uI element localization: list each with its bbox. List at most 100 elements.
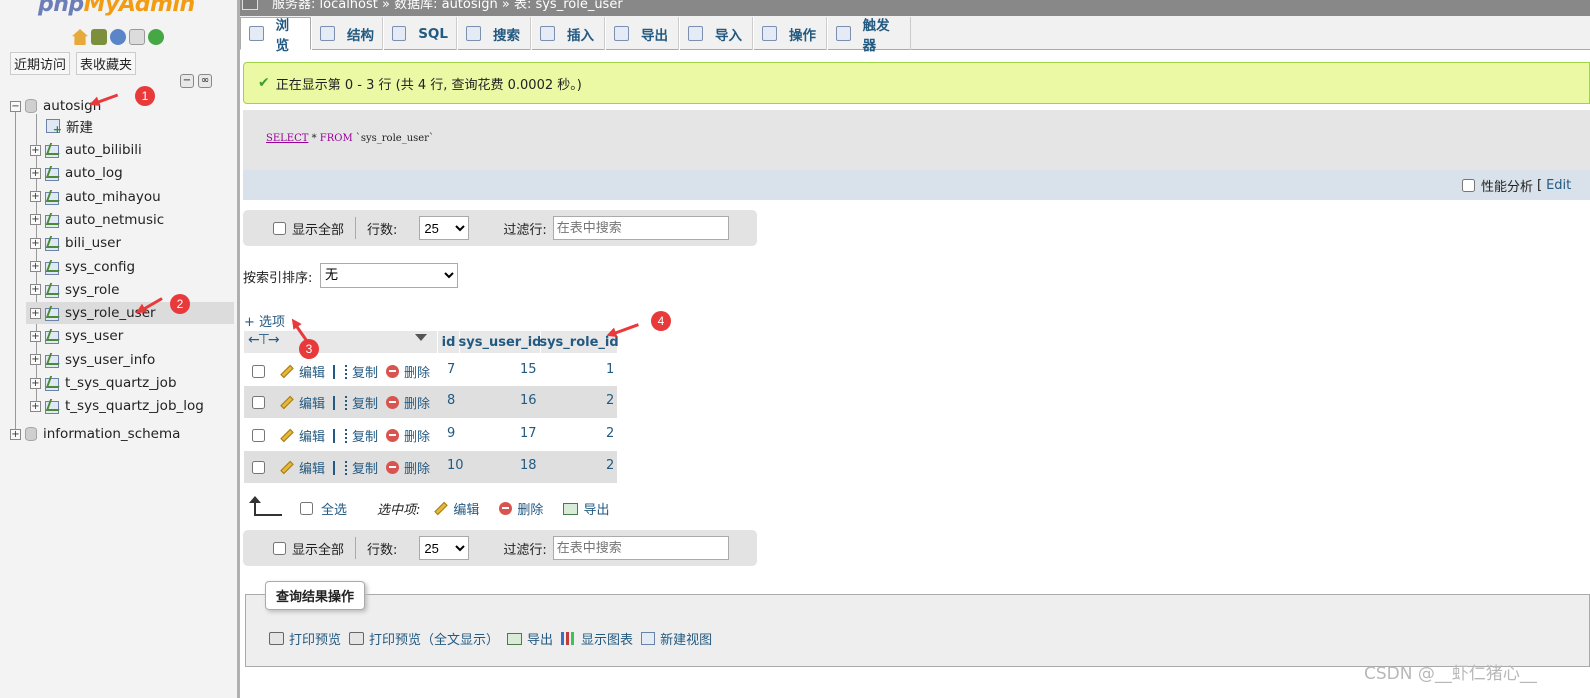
row-delete-link[interactable]: 删除 <box>386 458 430 477</box>
tree-table-label[interactable]: auto_netmusic <box>65 212 164 228</box>
rows-select[interactable]: 25 <box>419 536 470 560</box>
show-all-checkbox[interactable] <box>273 221 286 235</box>
expand-icon[interactable]: + <box>30 167 41 179</box>
tree-table-label[interactable]: t_sys_quartz_job <box>65 375 177 391</box>
link-icon[interactable]: ∞ <box>198 74 212 88</box>
collapse-all-icon[interactable]: − <box>180 74 194 88</box>
filter-input[interactable] <box>552 536 729 560</box>
back-icon[interactable] <box>242 0 258 10</box>
filter-input[interactable] <box>552 216 729 240</box>
cell-id[interactable]: 9 <box>447 426 455 441</box>
rows-select[interactable]: 25 <box>419 216 470 240</box>
expand-icon[interactable]: + <box>10 428 21 440</box>
phpmyadmin-logo[interactable]: phpMyAdmin <box>38 0 195 17</box>
sql-query-text[interactable]: SELECT * FROM `sys_role_user` <box>266 133 434 144</box>
documentation-icon[interactable] <box>129 29 145 45</box>
cell-id[interactable]: 8 <box>447 393 455 408</box>
row-delete-link[interactable]: 删除 <box>386 426 430 445</box>
expand-icon[interactable]: + <box>30 284 41 296</box>
profiling-label[interactable]: 性能分析 <box>1481 176 1533 195</box>
tree-table-item[interactable]: + auto_netmusic <box>30 209 164 231</box>
tree-table-item[interactable]: + sys_config <box>30 256 135 278</box>
column-visibility-dropdown[interactable] <box>415 334 427 341</box>
tree-new-label[interactable]: 新建 <box>66 116 93 136</box>
tree-db-information-schema[interactable]: + information_schema <box>10 423 180 445</box>
options-link[interactable]: + 选项 <box>244 311 285 330</box>
reload-icon[interactable] <box>148 29 164 45</box>
expand-icon[interactable]: + <box>30 330 41 342</box>
tree-new-table[interactable]: 新建 <box>46 115 93 137</box>
recent-tab[interactable]: 近期访问 <box>10 52 71 75</box>
row-checkbox[interactable] <box>252 429 265 442</box>
tab-structure[interactable]: 结构 <box>311 17 383 50</box>
tab-triggers[interactable]: 触发器 <box>827 17 911 54</box>
bulk-export-button[interactable]: 导出 <box>563 499 609 518</box>
breadcrumb-text[interactable]: 服务器: localhost » 数据库: autosign » 表: sys_… <box>272 0 623 12</box>
expand-icon[interactable]: + <box>30 214 41 226</box>
export-link[interactable]: 导出 <box>507 629 553 648</box>
tab-search[interactable]: 搜索 <box>457 17 531 50</box>
row-checkbox[interactable] <box>252 365 265 378</box>
cell-sys-role-id[interactable]: 2 <box>606 426 614 441</box>
tree-table-label[interactable]: auto_log <box>65 165 123 181</box>
create-view-link[interactable]: 新建视图 <box>641 629 712 648</box>
edit-inline-link[interactable]: Edit <box>1546 178 1571 193</box>
expand-icon[interactable]: + <box>30 354 41 366</box>
cell-id[interactable]: 7 <box>447 362 455 377</box>
row-copy-link[interactable]: 复制 <box>333 393 378 412</box>
show-all-label[interactable]: 显示全部 <box>292 539 344 558</box>
row-edit-link[interactable]: 编辑 <box>280 362 325 381</box>
show-all-label[interactable]: 显示全部 <box>292 219 344 238</box>
row-delete-link[interactable]: 删除 <box>386 362 430 381</box>
nav-resize-handle[interactable] <box>237 0 240 698</box>
row-edit-link[interactable]: 编辑 <box>280 393 325 412</box>
tab-sql[interactable]: SQL <box>383 17 457 50</box>
col-header-sys-user-id[interactable]: sys_user_id <box>459 331 541 353</box>
row-delete-link[interactable]: 删除 <box>386 393 430 412</box>
cell-sys-user-id[interactable]: 16 <box>520 393 537 408</box>
expand-icon[interactable]: + <box>30 400 41 412</box>
tree-table-label[interactable]: sys_config <box>65 259 135 275</box>
expand-icon[interactable]: + <box>30 377 41 389</box>
tree-table-label[interactable]: sys_user_info <box>65 352 155 368</box>
sql-select-keyword[interactable]: SELECT <box>266 133 308 144</box>
select-all-checkbox[interactable] <box>300 502 313 515</box>
expand-icon[interactable]: + <box>30 237 41 249</box>
tree-table-item[interactable]: + t_sys_quartz_job <box>30 372 177 394</box>
print-view-link[interactable]: 打印预览 <box>269 629 341 648</box>
tree-table-item[interactable]: + sys_role <box>30 279 119 301</box>
profiling-checkbox[interactable] <box>1462 179 1475 192</box>
print-view-full-link[interactable]: 打印预览（全文显示） <box>349 629 499 648</box>
tree-table-item[interactable]: + auto_mihayou <box>30 186 161 208</box>
tree-table-item[interactable]: + auto_bilibili <box>30 139 142 161</box>
row-checkbox[interactable] <box>252 461 265 474</box>
tree-table-label[interactable]: auto_mihayou <box>65 189 161 205</box>
tree-table-label[interactable]: auto_bilibili <box>65 142 142 158</box>
home-icon[interactable] <box>72 29 88 45</box>
tree-table-label[interactable]: t_sys_quartz_job_log <box>65 398 204 414</box>
tree-table-label[interactable]: sys_user <box>65 328 123 344</box>
database-icon[interactable] <box>91 29 107 45</box>
sort-by-index-select[interactable]: 无 <box>320 263 458 288</box>
tree-db-autosign[interactable]: − autosign <box>10 95 101 117</box>
cell-sys-role-id[interactable]: 2 <box>606 458 614 473</box>
row-edit-link[interactable]: 编辑 <box>280 426 325 445</box>
tree-table-item[interactable]: + sys_user <box>30 325 123 347</box>
help-icon[interactable] <box>110 29 126 45</box>
cell-sys-user-id[interactable]: 17 <box>520 426 537 441</box>
tree-table-item[interactable]: + sys_user_info <box>30 349 155 371</box>
tree-table-label[interactable]: sys_role <box>65 282 119 298</box>
row-copy-link[interactable]: 复制 <box>333 458 378 477</box>
row-copy-link[interactable]: 复制 <box>333 362 378 381</box>
row-checkbox[interactable] <box>252 396 265 409</box>
collapse-icon[interactable]: − <box>10 100 21 112</box>
bulk-edit-button[interactable]: 编辑 <box>434 499 479 518</box>
tab-browse[interactable]: 浏览 <box>240 17 311 54</box>
expand-icon[interactable]: + <box>30 261 41 272</box>
column-resize-icon[interactable]: ←⊤→ <box>248 332 280 348</box>
cell-sys-user-id[interactable]: 18 <box>520 458 537 473</box>
tree-table-label[interactable]: bili_user <box>65 235 121 251</box>
select-all-label[interactable]: 全选 <box>321 499 347 518</box>
display-chart-link[interactable]: 显示图表 <box>561 629 633 648</box>
cell-sys-user-id[interactable]: 15 <box>520 362 537 377</box>
